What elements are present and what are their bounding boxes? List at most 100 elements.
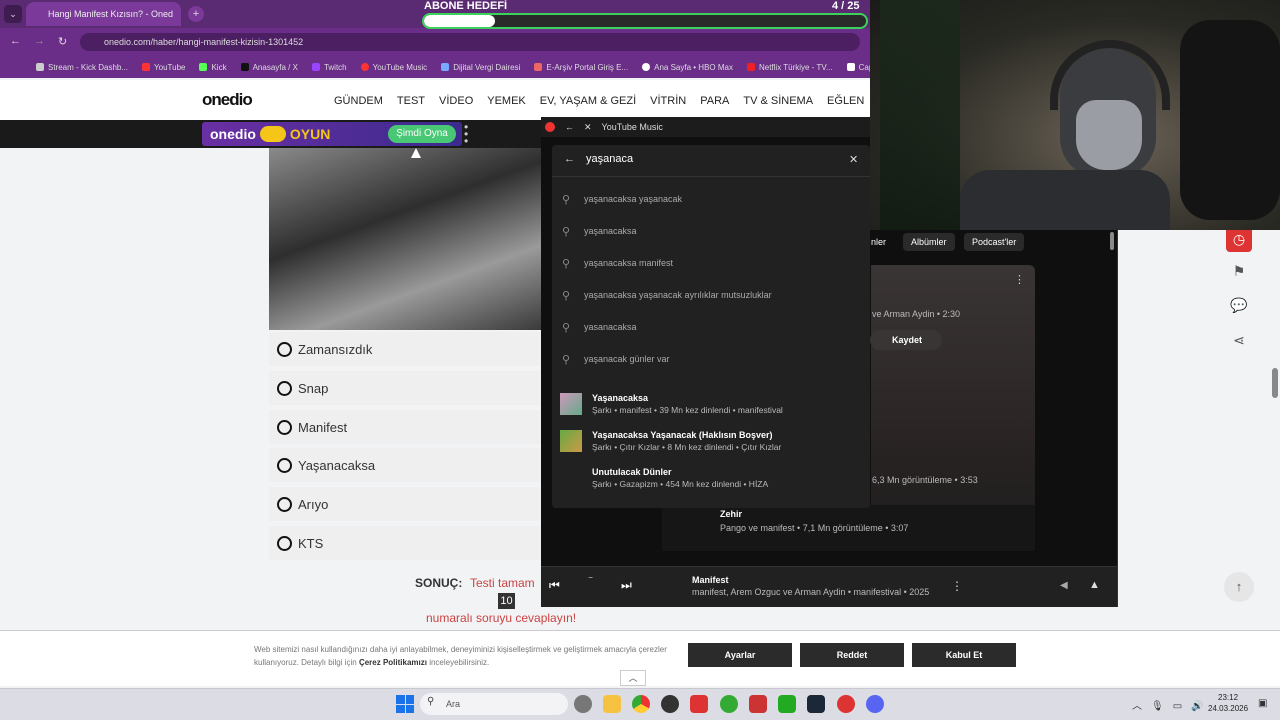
cookie-text: Web sitemizi nasıl kullandığınızı daha i… xyxy=(254,645,667,667)
nav-item[interactable]: EĞLEN xyxy=(827,95,864,107)
goal-label: ABONE HEDEFİ xyxy=(424,0,508,12)
close-icon[interactable]: ✕ xyxy=(584,122,592,133)
ytm-app-icon[interactable] xyxy=(690,695,708,713)
bookmark-item[interactable]: Anasayfa / X xyxy=(240,63,298,72)
next-icon[interactable]: ⏭ xyxy=(621,578,632,593)
cookie-accept-button[interactable]: Kabul Et xyxy=(912,643,1016,667)
back-icon[interactable]: ← xyxy=(564,153,575,165)
discord-icon[interactable] xyxy=(866,695,884,713)
system-tray[interactable]: ︿🎙▭🔊 xyxy=(1132,697,1213,712)
reload-icon[interactable]: ↻ xyxy=(58,35,67,48)
filter-chip[interactable]: Albümler xyxy=(903,233,955,251)
quiz-option[interactable]: Yaşanacaksa xyxy=(269,448,541,482)
suggestion-item[interactable]: ⚲ yaşanacak günler var xyxy=(562,343,862,375)
file-explorer-icon[interactable] xyxy=(603,695,621,713)
bookmark-item[interactable]: CapCu xyxy=(846,63,870,72)
more-vert-icon[interactable]: ⋮ xyxy=(951,579,963,593)
nav-item[interactable]: EV, YAŞAM & GEZİ xyxy=(540,95,636,107)
play-now-button[interactable]: Şimdi Oyna xyxy=(388,125,456,143)
bookmark-item[interactable]: Stream - Kick Dashb... xyxy=(36,63,128,72)
search-icon: ⚲ xyxy=(562,193,571,206)
nav-item[interactable]: TEST xyxy=(397,95,425,107)
quiz-option[interactable]: Arıyo xyxy=(269,487,541,521)
bookmark-icon[interactable]: ⚑ xyxy=(1226,258,1252,284)
cookie-reject-button[interactable]: Reddet xyxy=(800,643,904,667)
play-pause-icon[interactable]: ⁻ xyxy=(588,575,593,586)
comments-icon[interactable]: 💬 xyxy=(1226,292,1252,318)
site-logo[interactable]: onedio xyxy=(202,90,253,110)
app-icon[interactable] xyxy=(749,695,767,713)
clear-icon[interactable]: ✕ xyxy=(849,153,858,166)
cookie-policy-link[interactable]: Çerez Politikamızı xyxy=(359,658,427,667)
excel-icon[interactable] xyxy=(778,695,796,713)
song-thumbnail xyxy=(560,467,582,489)
search-icon: ⚲ xyxy=(562,225,571,238)
bookmark-item[interactable]: Netflix Türkiye - TV... xyxy=(746,63,833,72)
chevron-up-icon[interactable]: ︿ xyxy=(620,670,646,686)
clock[interactable]: 23:12 24.03.2026 xyxy=(1208,692,1248,714)
nav-item[interactable]: PARA xyxy=(700,95,729,107)
now-playing-title: Manifest xyxy=(692,575,729,585)
forward-icon[interactable]: → xyxy=(34,35,45,47)
quiz-option[interactable]: Snap xyxy=(269,371,541,405)
tab-title: Hangi Manifest Kızısın? - Oned xyxy=(48,9,174,19)
bookmark-item[interactable]: E-Arşiv Portal Giriş E... xyxy=(534,63,628,72)
volume-icon[interactable]: ◀ xyxy=(1060,580,1068,591)
ytm-app-active-icon[interactable] xyxy=(837,695,855,713)
quiz-option[interactable]: Zamansızdık xyxy=(269,332,541,366)
bookmark-item[interactable]: YouTube xyxy=(142,63,185,72)
bookmark-item[interactable]: Dijital Vergi Dairesi xyxy=(441,63,520,72)
notifications-icon[interactable]: ▣ xyxy=(1258,698,1267,709)
cookie-settings-button[interactable]: Ayarlar xyxy=(688,643,792,667)
bookmark-item[interactable]: Twitch xyxy=(311,63,347,72)
windows-start-icon[interactable] xyxy=(396,695,414,713)
back-icon[interactable]: ← xyxy=(565,122,574,132)
tab-list-button[interactable]: ⌄ xyxy=(4,5,22,23)
suggestion-item[interactable]: ⚲ yaşanacaksa yaşanacak xyxy=(562,183,862,215)
nav-item[interactable]: VİTRİN xyxy=(650,95,686,107)
quiz-option[interactable]: Manifest xyxy=(269,410,541,444)
suggestion-item[interactable]: ⚲ yaşanacaksa yaşanacak ayrılıklar mutsuz… xyxy=(562,279,862,311)
nav-item[interactable]: YEMEK xyxy=(487,95,526,107)
suggestion-item[interactable]: ⚲ yasanacaksa xyxy=(562,311,862,343)
previous-icon[interactable]: ⏮ xyxy=(549,578,560,593)
nav-item[interactable]: TV & SİNEMA xyxy=(743,95,813,107)
next-meta: Pango ve manifest • 7,1 Mn görüntüleme •… xyxy=(720,523,909,533)
taskbar-search[interactable]: Ara xyxy=(420,693,568,715)
address-bar[interactable]: onedio.com/haber/hangi-manifest-kizisin-… xyxy=(80,33,860,51)
suggestion-item[interactable]: ⚲ yaşanacaksa xyxy=(562,215,862,247)
xbox-icon[interactable] xyxy=(720,695,738,713)
share-icon[interactable]: ⋖ xyxy=(1226,327,1252,353)
chrome-icon[interactable] xyxy=(632,695,650,713)
more-vert-icon[interactable]: ⋮ xyxy=(1014,273,1025,286)
result-item[interactable]: Yaşanacaksa Şarkı • manifest • 39 Mn kez … xyxy=(560,386,860,422)
result-item[interactable]: Yaşanacaksa Yaşanacak (Haklısın Boşver) Ş… xyxy=(560,423,860,459)
suggestion-item[interactable]: ⚲ yaşanacaksa manifest xyxy=(562,247,862,279)
scrollbar-thumb[interactable] xyxy=(1110,232,1114,250)
tab-active[interactable]: Hangi Manifest Kızısın? - Oned ✕ xyxy=(26,2,199,26)
result-subtext: numaralı soruyu cevaplayın! xyxy=(426,611,577,625)
bookmark-item[interactable]: Ana Sayfa • HBO Max xyxy=(642,63,733,72)
more-vert-icon[interactable]: • • • xyxy=(464,121,468,147)
back-icon[interactable]: ← xyxy=(10,35,21,47)
radio-icon xyxy=(277,341,292,357)
save-button[interactable]: Kaydet xyxy=(870,330,942,350)
filter-chip[interactable]: nler xyxy=(871,233,895,251)
scroll-top-button[interactable]: ↑ xyxy=(1224,572,1254,602)
scrollbar-thumb[interactable] xyxy=(1272,368,1278,398)
expand-icon[interactable]: ▲ xyxy=(1089,579,1100,591)
obs-icon[interactable] xyxy=(661,695,679,713)
nav-item[interactable]: VİDEO xyxy=(439,95,473,107)
card-meta: ve Arman Aydin • 2:30 xyxy=(872,309,961,319)
new-tab-button[interactable]: + xyxy=(188,6,204,22)
quiz-option[interactable]: KTS xyxy=(269,526,541,560)
steam-icon[interactable] xyxy=(807,695,825,713)
bookmark-item[interactable]: Kick xyxy=(199,63,227,72)
search-input[interactable]: yaşanaca xyxy=(586,153,633,165)
nav-item[interactable]: GÜNDEM xyxy=(334,95,383,107)
settings-icon[interactable] xyxy=(574,695,592,713)
webcam-chair xyxy=(1180,20,1280,220)
filter-chip[interactable]: Podcast'ler xyxy=(964,233,1025,251)
bookmark-item[interactable]: YouTube Music xyxy=(360,63,427,72)
result-item[interactable]: Unutulacak Dünler Şarkı • Gazapizm • 454 … xyxy=(560,460,860,496)
